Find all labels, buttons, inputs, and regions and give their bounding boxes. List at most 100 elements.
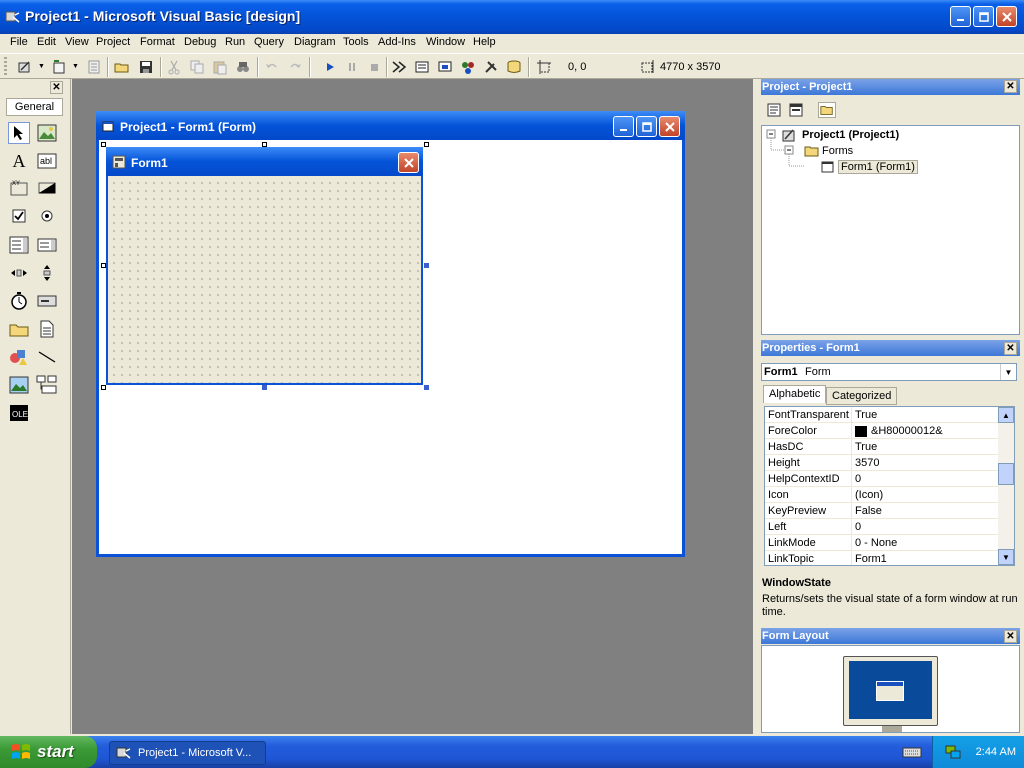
- cut-icon[interactable]: [166, 59, 182, 75]
- property-value[interactable]: 0: [855, 473, 861, 485]
- chevron-down-icon[interactable]: ▼: [1000, 364, 1016, 380]
- drivelistbox-tool-icon[interactable]: [36, 290, 58, 312]
- filelistbox-tool-icon[interactable]: [36, 318, 58, 340]
- project-explorer-icon[interactable]: [391, 59, 407, 75]
- menu-format[interactable]: Format: [140, 36, 175, 48]
- network-icon[interactable]: [944, 744, 962, 760]
- property-row[interactable]: FontTransparent True: [765, 407, 999, 423]
- menu-debug[interactable]: Debug: [184, 36, 216, 48]
- property-row[interactable]: HasDC True: [765, 439, 999, 455]
- maximize-button[interactable]: [973, 6, 994, 27]
- dirlistbox-tool-icon[interactable]: [8, 318, 30, 340]
- object-browser-icon[interactable]: [460, 59, 476, 75]
- picturebox-tool-icon[interactable]: [36, 122, 58, 144]
- scroll-thumb[interactable]: [998, 463, 1014, 485]
- view-code-icon[interactable]: [766, 102, 782, 118]
- pointer-tool-icon[interactable]: [8, 122, 30, 144]
- property-row[interactable]: KeyPreview False: [765, 503, 999, 519]
- keyboard-icon[interactable]: [902, 744, 922, 760]
- property-value[interactable]: False: [855, 505, 882, 517]
- property-row[interactable]: Left 0: [765, 519, 999, 535]
- hscrollbar-tool-icon[interactable]: [8, 262, 30, 284]
- menu-query[interactable]: Query: [254, 36, 284, 48]
- form-position-preview[interactable]: [876, 681, 904, 701]
- menu-editor-icon[interactable]: [86, 59, 102, 75]
- menu-run[interactable]: Run: [225, 36, 245, 48]
- resize-handle-e[interactable]: [424, 263, 429, 268]
- add-form-icon[interactable]: [51, 59, 67, 75]
- menu-tools[interactable]: Tools: [343, 36, 369, 48]
- view-object-icon[interactable]: [788, 102, 804, 118]
- break-icon[interactable]: [344, 59, 360, 75]
- property-value[interactable]: 3570: [855, 457, 879, 469]
- properties-panel-close-button[interactable]: ✕: [1004, 342, 1017, 355]
- toolbox-close-button[interactable]: ✕: [50, 81, 63, 94]
- scroll-up-icon[interactable]: ▲: [998, 407, 1014, 423]
- menu-project[interactable]: Project: [96, 36, 130, 48]
- line-tool-icon[interactable]: [36, 346, 58, 368]
- tree-item-forms[interactable]: Forms: [822, 145, 853, 157]
- property-value[interactable]: 0 - None: [855, 537, 897, 549]
- save-project-icon[interactable]: [138, 59, 154, 75]
- form-maximize-button[interactable]: [636, 116, 657, 137]
- undo-icon[interactable]: [264, 59, 280, 75]
- property-value[interactable]: True: [855, 441, 877, 453]
- property-value[interactable]: &H80000012&: [871, 425, 943, 437]
- label-tool-icon[interactable]: A: [8, 150, 30, 172]
- scroll-down-icon[interactable]: ▼: [998, 549, 1014, 565]
- form1-close-button[interactable]: [398, 152, 419, 173]
- project-panel-close-button[interactable]: ✕: [1004, 80, 1017, 93]
- start-run-icon[interactable]: [322, 59, 338, 75]
- add-project-dropdown-icon[interactable]: ▼: [38, 63, 45, 70]
- redo-icon[interactable]: [287, 59, 303, 75]
- tab-categorized[interactable]: Categorized: [826, 387, 898, 405]
- menu-edit[interactable]: Edit: [37, 36, 56, 48]
- resize-handle-sw[interactable]: [101, 385, 106, 390]
- minimize-button[interactable]: [950, 6, 971, 27]
- property-row[interactable]: ForeColor &H80000012&: [765, 423, 999, 439]
- tree-item-form1[interactable]: Form1 (Form1): [838, 160, 918, 174]
- property-scrollbar[interactable]: ▲ ▼: [998, 407, 1014, 565]
- find-icon[interactable]: [235, 59, 251, 75]
- commandbutton-tool-icon[interactable]: [36, 177, 58, 199]
- checkbox-tool-icon[interactable]: [8, 205, 30, 227]
- resize-handle-s[interactable]: [262, 385, 267, 390]
- resize-handle-ne[interactable]: [424, 142, 429, 147]
- add-form-dropdown-icon[interactable]: ▼: [72, 63, 79, 70]
- menu-diagram[interactable]: Diagram: [294, 36, 336, 48]
- toolbox-icon[interactable]: [483, 59, 499, 75]
- property-row[interactable]: HelpContextID 0: [765, 471, 999, 487]
- data-tool-icon[interactable]: [36, 374, 58, 396]
- paste-icon[interactable]: [212, 59, 228, 75]
- property-row[interactable]: LinkMode 0 - None: [765, 535, 999, 551]
- resize-handle-se[interactable]: [424, 385, 429, 390]
- clock[interactable]: 2:44 AM: [976, 746, 1016, 758]
- form-layout-icon[interactable]: [437, 59, 453, 75]
- form-minimize-button[interactable]: [613, 116, 634, 137]
- listbox-tool-icon[interactable]: [36, 234, 58, 256]
- object-selector[interactable]: Form1 Form ▼: [761, 363, 1017, 381]
- image-tool-icon[interactable]: [8, 374, 30, 396]
- tab-alphabetic[interactable]: Alphabetic: [763, 385, 827, 403]
- vscrollbar-tool-icon[interactable]: [36, 262, 58, 284]
- shape-tool-icon[interactable]: [8, 346, 30, 368]
- form-layout-close-button[interactable]: ✕: [1004, 630, 1017, 643]
- menu-file[interactable]: File: [10, 36, 28, 48]
- menu-window[interactable]: Window: [426, 36, 465, 48]
- menu-view[interactable]: View: [65, 36, 89, 48]
- toolbox-tab-general[interactable]: General: [6, 98, 63, 116]
- tree-item-project[interactable]: Project1 (Project1): [802, 129, 899, 141]
- property-row[interactable]: Height 3570: [765, 455, 999, 471]
- timer-tool-icon[interactable]: [8, 290, 30, 312]
- property-value[interactable]: (Icon): [855, 489, 883, 501]
- resize-handle-w[interactable]: [101, 263, 106, 268]
- end-run-icon[interactable]: [366, 59, 382, 75]
- open-project-icon[interactable]: [114, 59, 130, 75]
- combobox-tool-icon[interactable]: [8, 234, 30, 256]
- resize-handle-nw[interactable]: [101, 142, 106, 147]
- menu-help[interactable]: Help: [473, 36, 496, 48]
- property-row[interactable]: Icon (Icon): [765, 487, 999, 503]
- property-value[interactable]: Form1: [855, 553, 887, 565]
- form1-surface[interactable]: [106, 147, 423, 385]
- form-close-button[interactable]: [659, 116, 680, 137]
